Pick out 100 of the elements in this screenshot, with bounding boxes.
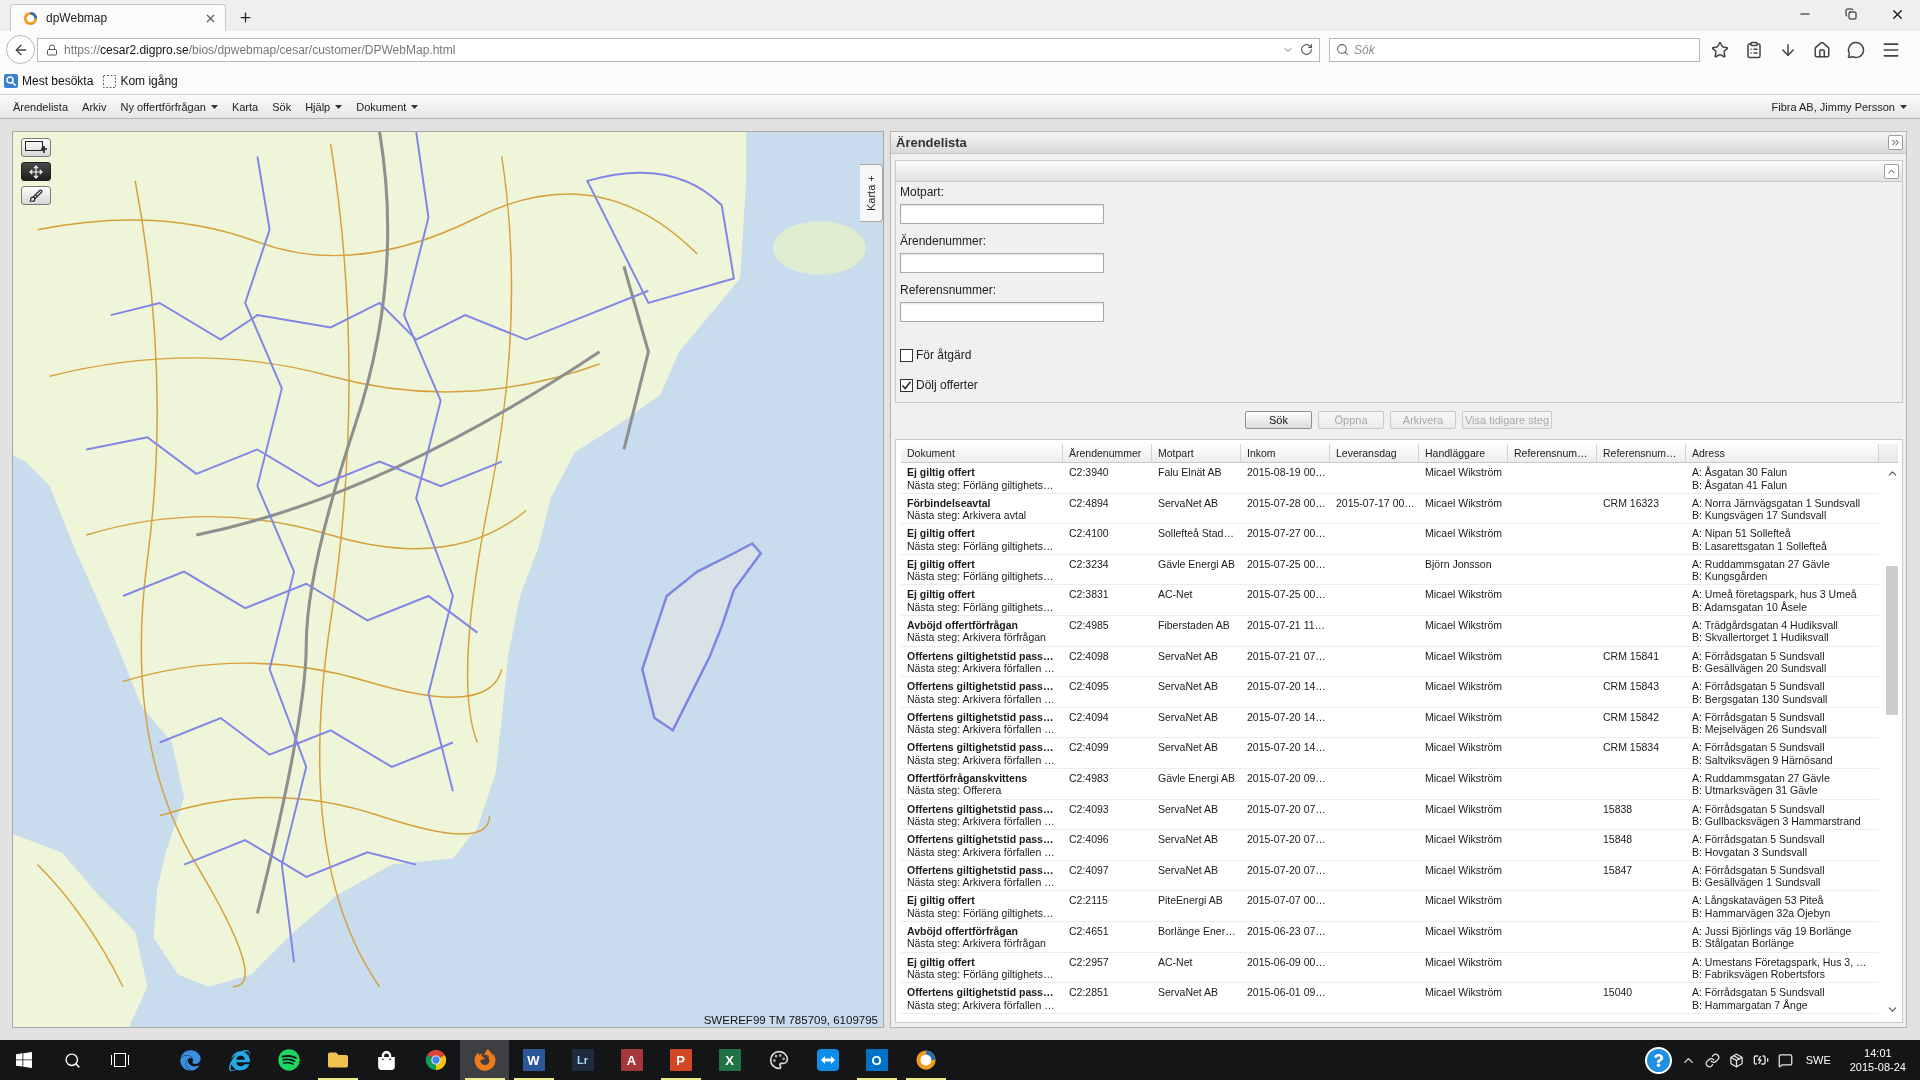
window-panes-icon <box>16 1052 32 1068</box>
table-cell-text: C2:4985 <box>1068 617 1110 633</box>
scrollbar-thumb[interactable] <box>1886 566 1898 715</box>
table-cell-text: Micael Wikström <box>1424 862 1503 878</box>
table-cell-text: 2015-07-20 07… <box>1246 862 1327 878</box>
column-header[interactable]: Ärendenummer <box>1063 444 1152 463</box>
checkbox[interactable] <box>900 378 913 392</box>
shopping-bag-icon <box>377 1050 396 1070</box>
address-line: B: Hammargatan 7 Ånge <box>1692 998 1808 1012</box>
next-step-text: Nästa steg: Arkivera förfallen … <box>907 998 1055 1012</box>
document-title: Avböjd offertförfrågan <box>907 924 1019 938</box>
table-cell-text: 2015-07-25 00… <box>1246 556 1327 572</box>
bookmark-link[interactable]: Mest besökta <box>4 74 94 88</box>
letter-tile-icon: A <box>620 1049 643 1071</box>
user-menu[interactable]: Fibra AB, Jimmy Persson <box>1764 96 1914 117</box>
taskbar-app[interactable]: Lr <box>558 1040 607 1080</box>
table-cell-text: CRM 15834 <box>1602 740 1661 756</box>
table-cell-text: Micael Wikström <box>1424 679 1503 695</box>
address-line: B: Åsgatan 41 Falun <box>1692 478 1788 491</box>
reload-icon[interactable] <box>1300 43 1313 56</box>
table-cell-text: Micael Wikström <box>1424 740 1503 756</box>
menu-item[interactable]: Sök <box>265 96 299 117</box>
document-title: Ej giltig offert <box>907 894 975 907</box>
table-cell-text: C2:2851 <box>1068 985 1110 1001</box>
message-icon[interactable] <box>1777 1052 1793 1068</box>
table-cell-text: C2:4983 <box>1068 770 1110 786</box>
collapse-button[interactable] <box>1884 163 1899 179</box>
document-title: Offertens giltighetstid pass… <box>907 710 1054 724</box>
clock-time[interactable]: 14:01 <box>1864 1046 1892 1060</box>
table-cell-text: 2015-07-07 00… <box>1246 893 1327 909</box>
address-line: A: Åsgatan 30 Falun <box>1692 466 1788 479</box>
address-line: B: Kungsvägen 17 Sundsvall <box>1692 509 1827 522</box>
clipboard-icon[interactable] <box>1745 40 1763 59</box>
action-button[interactable]: Sök <box>1245 411 1312 429</box>
search-field[interactable]: Sök <box>1329 37 1700 62</box>
table-cell-text: Micael Wikström <box>1424 465 1503 480</box>
table-cell-text: 2015-07-20 07… <box>1246 832 1327 848</box>
map-tool-button[interactable] <box>21 162 51 181</box>
column-header[interactable]: Adress <box>1686 444 1879 463</box>
checkbox[interactable] <box>900 348 913 362</box>
column-header[interactable]: Leveransdag <box>1330 444 1419 463</box>
column-header[interactable]: Handläggare <box>1419 444 1508 463</box>
table-cell-text: 2015-06-23 07… <box>1246 923 1327 939</box>
table-cell-text: C2:4894 <box>1068 495 1110 511</box>
next-step-text: Nästa steg: Förläng giltighets… <box>907 570 1054 583</box>
address-line: B: Gullbacksvägen 3 Hammarstrand <box>1692 815 1861 828</box>
menu-item[interactable]: Hjälp <box>298 96 350 117</box>
menu-item[interactable]: Ärendelista <box>6 96 76 117</box>
table-cell-text: Fiberstaden AB <box>1157 617 1231 633</box>
input-field[interactable] <box>900 204 1104 224</box>
menu-item[interactable]: Arkiv <box>75 96 114 117</box>
table-cell-text: 2015-07-21 07… <box>1246 648 1327 664</box>
clock-date[interactable]: 2015-08-24 <box>1849 1060 1906 1074</box>
taskbar-app[interactable]: X <box>705 1040 754 1080</box>
coordinates-text: SWEREF99 TM 785709, 6109795 <box>703 1014 878 1026</box>
menu-item[interactable]: Dokument <box>349 96 426 117</box>
column-header[interactable]: Motpart <box>1152 444 1241 463</box>
side-tab[interactable]: Karta + <box>860 164 883 222</box>
language-indicator[interactable]: SWE <box>1801 1054 1835 1066</box>
link-icon[interactable] <box>1704 1052 1720 1068</box>
input-field[interactable] <box>900 253 1104 273</box>
column-header[interactable]: Referensnum… <box>1597 444 1686 463</box>
double-arrow-tile-icon <box>816 1049 839 1071</box>
back-button[interactable] <box>6 35 35 64</box>
table-cell-text: CRM 15841 <box>1602 648 1661 664</box>
help-icon[interactable] <box>1644 1046 1672 1074</box>
menu-item[interactable]: Ny offertförfrågan <box>113 96 225 117</box>
document-title: Ej giltig offert <box>907 588 975 601</box>
folder-icon <box>327 1050 348 1070</box>
star-icon[interactable] <box>1711 40 1729 59</box>
address-bar[interactable]: https://cesar2.digpro.se/bios/dpwebmap/cesar/customer/DPWebMap.html <box>37 37 1320 62</box>
column-header[interactable]: Referensnum… <box>1508 444 1597 463</box>
expand-button[interactable] <box>1888 135 1903 150</box>
input-field[interactable] <box>900 302 1104 322</box>
taskbar-app[interactable] <box>460 1040 509 1080</box>
home-icon[interactable] <box>1813 40 1831 59</box>
search-icon <box>63 1051 81 1069</box>
map-tool-button[interactable] <box>21 186 51 205</box>
table-cell-text: 15040 <box>1602 985 1634 1001</box>
table-cell-text: 2015-07-28 00… <box>1246 495 1327 511</box>
menu-item[interactable]: Karta <box>224 96 266 117</box>
table-cell-text: ServaNet AB <box>1157 648 1220 664</box>
caret-icon <box>210 104 218 109</box>
address-line: A: Förrådsgatan 5 Sundsvall <box>1692 680 1825 693</box>
table-cell-text: 2015-06-01 09… <box>1246 985 1327 1001</box>
map-tool-button[interactable] <box>21 138 51 157</box>
document-title: Förbindelseavtal <box>907 496 991 510</box>
taskbar-app[interactable]: A <box>607 1040 656 1080</box>
table-cell-text: AC-Net <box>1157 587 1194 603</box>
box-icon[interactable] <box>1728 1052 1744 1068</box>
address-line: A: Långskatavägen 53 Piteå <box>1692 894 1824 907</box>
column-header[interactable]: Dokument <box>901 444 1063 463</box>
browser-tab[interactable]: dpWebmap <box>10 4 226 31</box>
battery-icon[interactable] <box>1752 1052 1769 1068</box>
column-header[interactable]: Inkom <box>1241 444 1330 463</box>
bookmark-link[interactable]: Kom igång <box>103 74 178 88</box>
address-line: A: Jussi Björlings väg 19 Borlänge <box>1692 924 1852 938</box>
address-line: A: Trädgårdsgatan 4 Hudiksvall <box>1692 618 1838 632</box>
table-cell-text: 2015-07-20 14… <box>1246 679 1327 695</box>
speech-bubble-icon[interactable] <box>1847 40 1865 59</box>
